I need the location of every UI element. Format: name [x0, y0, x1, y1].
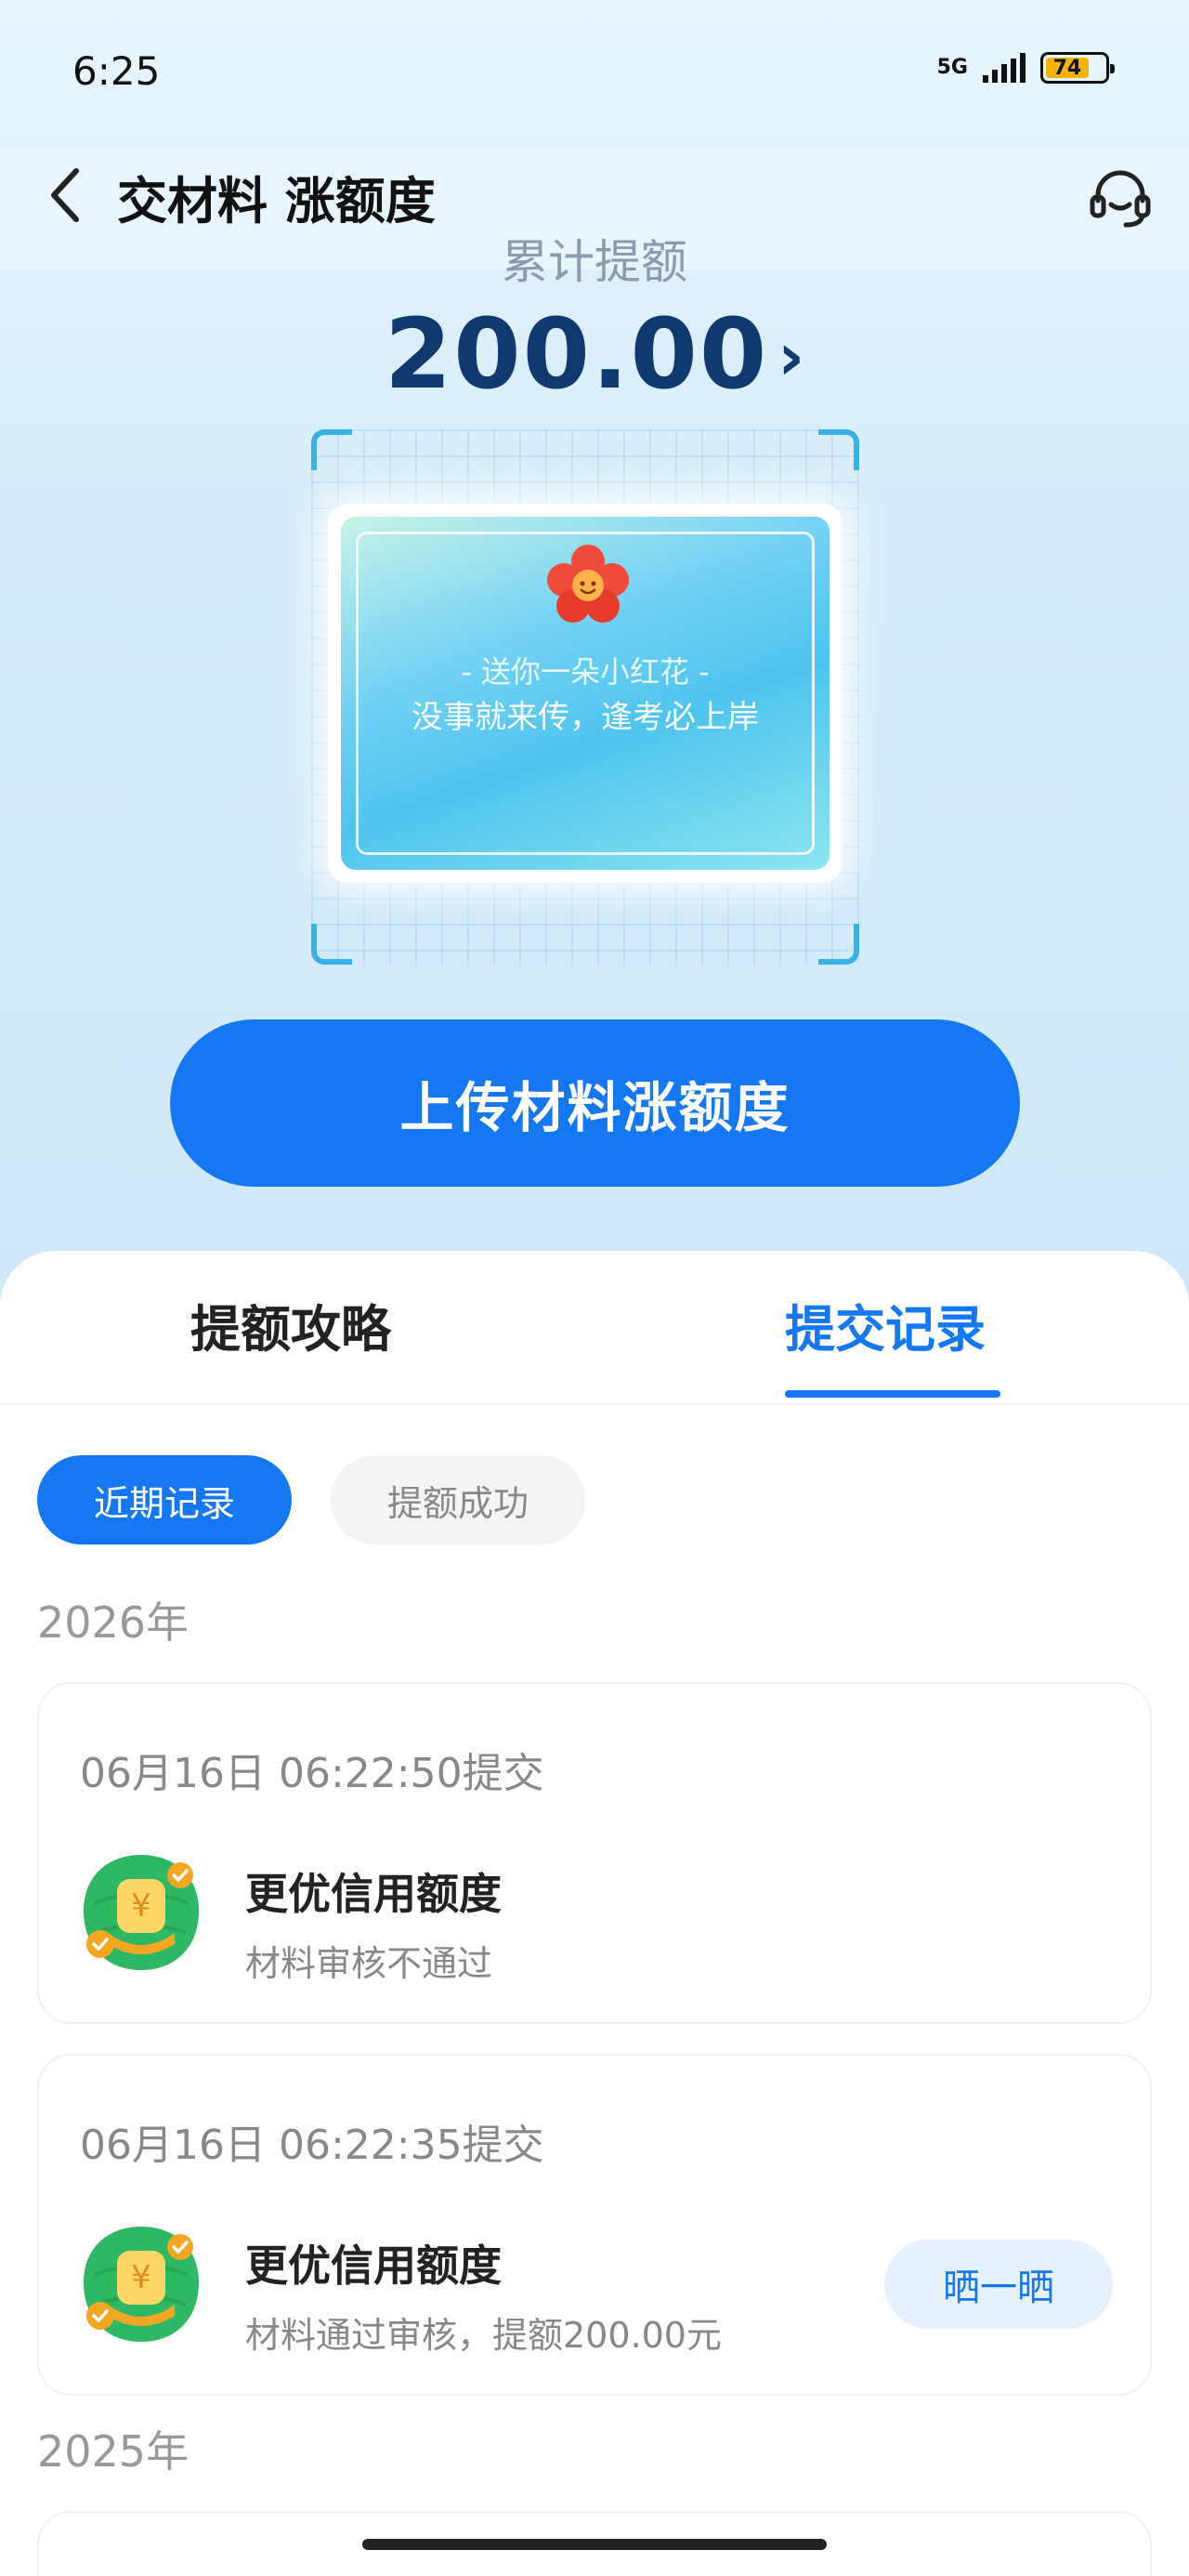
tab-submission-records[interactable]: 提交记录	[785, 1288, 986, 1361]
card-subtitle: - 送你一朵小红花 -	[461, 654, 710, 690]
filter-recent-records[interactable]: 近期记录	[37, 1455, 292, 1544]
svg-text:¥: ¥	[131, 2259, 151, 2296]
back-button[interactable]	[37, 158, 93, 232]
battery-level: 74	[1046, 57, 1089, 80]
frame-corner	[818, 924, 859, 965]
record-status: 材料审核不通过	[245, 1943, 493, 1984]
status-time: 6:25	[72, 48, 161, 94]
frame-corner	[311, 429, 352, 470]
record-status: 材料通过审核，提额200.00元	[245, 2315, 722, 2356]
record-title: 更优信用额度	[245, 2241, 502, 2291]
home-indicator	[362, 2539, 827, 2550]
upload-materials-button[interactable]: 上传材料涨额度	[170, 1019, 1020, 1187]
tab-bar: 提额攻略 提交记录	[0, 1251, 1189, 1405]
total-increase-link[interactable]: 200.00 ›	[0, 297, 1189, 411]
battery-icon: 74	[1040, 52, 1115, 84]
record-card[interactable]: 06月16日 06:22:35提交 ¥ 更优信用额度 材料通过审核，提额200.…	[37, 2054, 1152, 2396]
frame-corner	[818, 429, 859, 470]
total-increase-label: 累计提额	[502, 235, 687, 289]
status-icons: 5G 74	[936, 52, 1115, 84]
status-bar: 6:25 5G 74	[0, 0, 1189, 149]
page-title: 交材料 涨额度	[117, 172, 436, 230]
year-label: 2025年	[37, 2426, 189, 2477]
credit-money-icon: ¥	[84, 1855, 199, 1970]
customer-service-button[interactable]	[1083, 160, 1157, 234]
active-tab-indicator	[785, 1390, 1000, 1398]
signal-icon	[983, 53, 1026, 83]
share-button[interactable]: 晒一晒	[884, 2240, 1113, 2329]
chevron-left-icon	[51, 168, 79, 222]
total-increase-amount: 200.00	[384, 297, 769, 411]
svg-text:¥: ¥	[131, 1887, 151, 1925]
flower-card: - 送你一朵小红花 - 没事就来传，逢考必上岸	[341, 517, 830, 870]
chevron-right-icon: ›	[777, 319, 805, 395]
headset-icon	[1090, 170, 1151, 228]
record-title: 更优信用额度	[245, 1869, 502, 1919]
credit-money-icon: ¥	[84, 2227, 199, 2342]
tab-increase-guide[interactable]: 提额攻略	[190, 1288, 391, 1361]
frame-corner	[311, 924, 352, 965]
record-submit-time: 06月16日 06:22:50提交	[80, 1750, 544, 1797]
card-message: 没事就来传，逢考必上岸	[412, 699, 759, 736]
filter-increase-success[interactable]: 提额成功	[331, 1455, 585, 1544]
red-flower-icon	[547, 545, 629, 623]
record-card[interactable]: 06月16日 06:22:50提交 ¥ 更优信用额度 材料审核不通过	[37, 1682, 1152, 2024]
year-label: 2026年	[37, 1597, 189, 1648]
network-type: 5G	[936, 56, 968, 79]
flower-card-frame: - 送你一朵小红花 - 没事就来传，逢考必上岸	[311, 429, 859, 965]
record-submit-time: 06月16日 06:22:35提交	[80, 2122, 544, 2169]
records-sheet: 提额攻略 提交记录 近期记录 提额成功 2026年 06月16日 06:22:5…	[0, 1251, 1189, 2576]
